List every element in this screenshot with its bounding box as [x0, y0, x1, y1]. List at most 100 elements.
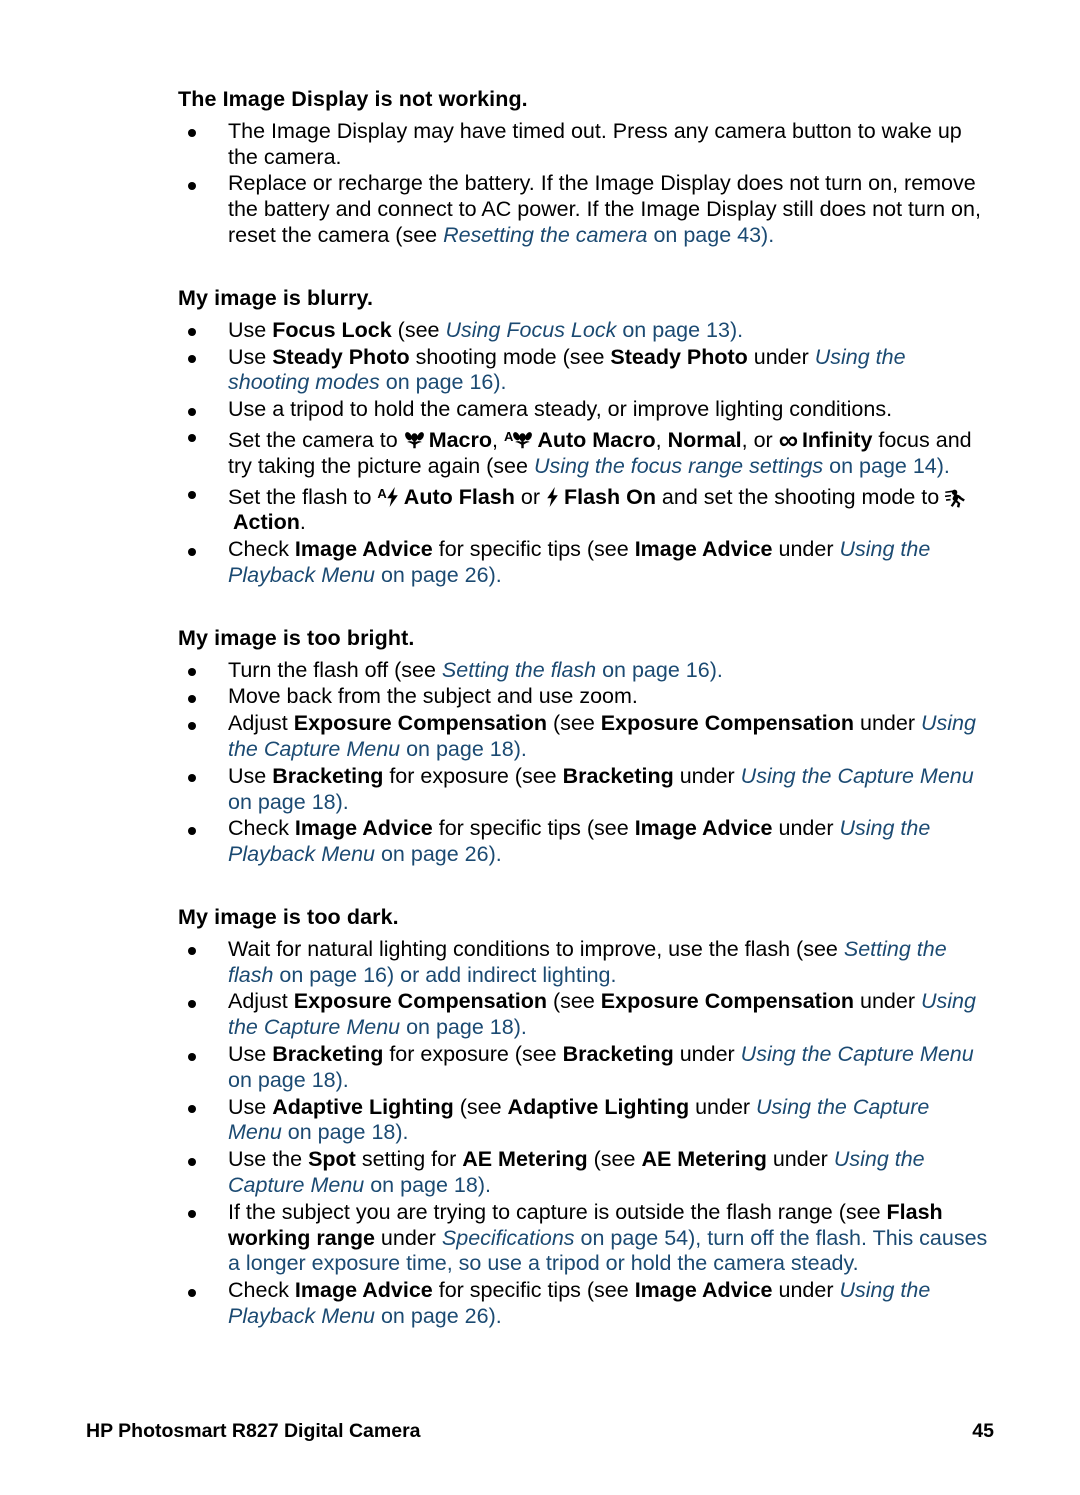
- feature-name: Image Advice: [634, 816, 773, 841]
- cross-reference-page: on page 18).: [400, 1015, 527, 1040]
- text-run: under: [772, 816, 840, 841]
- text-run: Adjust: [228, 989, 294, 1014]
- bullet-text: Use a tripod to hold the camera steady, …: [228, 397, 893, 422]
- text-run: under: [374, 1225, 442, 1250]
- text-run: (see: [587, 1147, 642, 1172]
- feature-name: Image Advice: [294, 537, 433, 562]
- text-run: .: [299, 510, 306, 535]
- document-page: The Image Display is not working. The Im…: [0, 0, 1080, 1495]
- bullet-text: The Image Display may have timed out. Pr…: [228, 118, 962, 169]
- list-item: If the subject you are trying to capture…: [178, 1200, 988, 1277]
- feature-name: AE Metering: [462, 1147, 588, 1172]
- text-run: Wait for natural lighting conditions to …: [228, 936, 844, 961]
- list-item: Use Bracketing for exposure (see Bracket…: [178, 1042, 988, 1094]
- cross-reference-link[interactable]: Specifications: [442, 1226, 575, 1250]
- auto-flower-macro-icon: [512, 430, 533, 449]
- text-run: ,: [655, 427, 668, 452]
- cross-reference-page: on page 26).: [375, 562, 502, 587]
- feature-name: Focus Lock: [272, 317, 392, 342]
- cross-reference-link[interactable]: Resetting the camera: [443, 223, 647, 247]
- feature-name: Bracketing: [562, 1042, 674, 1067]
- feature-name: Image Advice: [294, 1278, 433, 1303]
- feature-name: Adaptive Lighting: [507, 1094, 690, 1119]
- cross-reference-page: on page 18).: [228, 789, 349, 814]
- text-run: Check: [228, 1278, 295, 1303]
- cross-reference-link[interactable]: Using the focus range settings: [534, 454, 823, 478]
- cross-reference-page: on page 18).: [400, 736, 527, 761]
- auto-macro-label: Auto Macro: [537, 427, 656, 452]
- page-footer: HP Photosmart R827 Digital Camera 45: [86, 1420, 994, 1443]
- footer-document-title: HP Photosmart R827 Digital Camera: [86, 1420, 421, 1442]
- list-item: Set the flash to A Auto Flash or Flash O…: [178, 481, 988, 537]
- section-image-display-not-working: The Image Display is not working. The Im…: [178, 86, 988, 249]
- text-run: Check: [228, 537, 295, 562]
- list-item: Adjust Exposure Compensation (see Exposu…: [178, 989, 988, 1041]
- action-label: Action: [233, 510, 300, 535]
- text-run: ,: [492, 427, 504, 452]
- list-item: Turn the flash off (see Setting the flas…: [178, 658, 988, 684]
- text-run: Use: [228, 763, 273, 788]
- cross-reference-page: on page 43).: [647, 223, 775, 248]
- cross-reference-link[interactable]: Using the Capture Menu: [741, 764, 974, 788]
- feature-name: Exposure Compensation: [600, 711, 855, 736]
- text-run: for exposure (see: [383, 763, 563, 788]
- section-heading: The Image Display is not working.: [178, 87, 528, 111]
- bullet-text: Move back from the subject and use zoom.: [228, 684, 638, 709]
- list-item: Use Adaptive Lighting (see Adaptive Ligh…: [178, 1095, 988, 1147]
- bullet-list: Use Focus Lock (see Using Focus Lock on …: [178, 318, 988, 589]
- text-run: (see: [453, 1094, 508, 1119]
- text-run: under: [673, 763, 741, 788]
- text-run: Set the camera to: [228, 427, 404, 452]
- text-run: Use: [228, 1042, 273, 1067]
- page-content: The Image Display is not working. The Im…: [178, 86, 988, 1331]
- flower-macro-icon: [404, 430, 425, 449]
- cross-reference-link[interactable]: Setting the flash: [442, 658, 596, 682]
- feature-name: Bracketing: [272, 763, 384, 788]
- cross-reference-link[interactable]: Using the Capture Menu: [741, 1042, 974, 1066]
- text-run: under: [673, 1042, 741, 1067]
- text-run: setting for: [355, 1147, 463, 1172]
- feature-name: Exposure Compensation: [293, 711, 547, 736]
- list-item: Use Focus Lock (see Using Focus Lock on …: [178, 318, 988, 344]
- section-heading: My image is too dark.: [178, 904, 399, 929]
- text-run: Use the: [228, 1147, 309, 1172]
- text-run: for specific tips (see: [432, 537, 635, 562]
- cross-reference-page: on page 13).: [616, 317, 744, 342]
- list-item: Use a tripod to hold the camera steady, …: [178, 397, 988, 423]
- text-run: If the subject you are trying to capture…: [228, 1199, 887, 1224]
- cross-reference-page: on page 16).: [379, 370, 507, 395]
- feature-name: Steady Photo: [610, 344, 748, 369]
- feature-name: Spot: [308, 1147, 356, 1172]
- cross-reference-page: on page 18).: [228, 1067, 349, 1092]
- bullet-list: Turn the flash off (see Setting the flas…: [178, 658, 988, 868]
- feature-name: Image Advice: [634, 1278, 773, 1303]
- text-run: Use: [228, 344, 273, 369]
- text-run: or: [514, 484, 546, 509]
- section-my-image-is-blurry: My image is blurry. Use Focus Lock (see …: [178, 285, 988, 589]
- text-run: Use: [228, 1094, 273, 1119]
- text-run: Check: [228, 816, 295, 841]
- flash-on-label: Flash On: [563, 484, 656, 509]
- text-run: under: [772, 537, 840, 562]
- cross-reference-page: on page 26).: [375, 842, 502, 867]
- list-item: The Image Display may have timed out. Pr…: [178, 119, 988, 171]
- list-item: Use Bracketing for exposure (see Bracket…: [178, 764, 988, 816]
- text-run: and set the shooting mode to: [655, 484, 946, 509]
- section-heading: My image is too bright.: [178, 625, 415, 650]
- list-item: Wait for natural lighting conditions to …: [178, 937, 988, 989]
- text-run: under: [854, 711, 921, 736]
- cross-reference-link[interactable]: Using Focus Lock: [445, 318, 616, 342]
- cross-reference-page: on page 14).: [823, 453, 950, 478]
- section-my-image-is-too-dark: My image is too dark. Wait for natural l…: [178, 904, 988, 1330]
- cross-reference-page: on page 18).: [364, 1173, 491, 1197]
- text-run: (see: [547, 711, 601, 736]
- text-run: (see: [391, 317, 446, 342]
- infinity-label: Infinity: [801, 427, 873, 452]
- list-item: Check Image Advice for specific tips (se…: [178, 1278, 988, 1330]
- list-item: Adjust Exposure Compensation (see Exposu…: [178, 711, 988, 763]
- text-run: for specific tips (see: [432, 816, 635, 841]
- text-run: under: [766, 1147, 834, 1172]
- text-run: Set the flash to: [228, 484, 378, 509]
- text-run: shooting mode (see: [409, 344, 611, 369]
- auto-flash-label: Auto Flash: [403, 484, 515, 509]
